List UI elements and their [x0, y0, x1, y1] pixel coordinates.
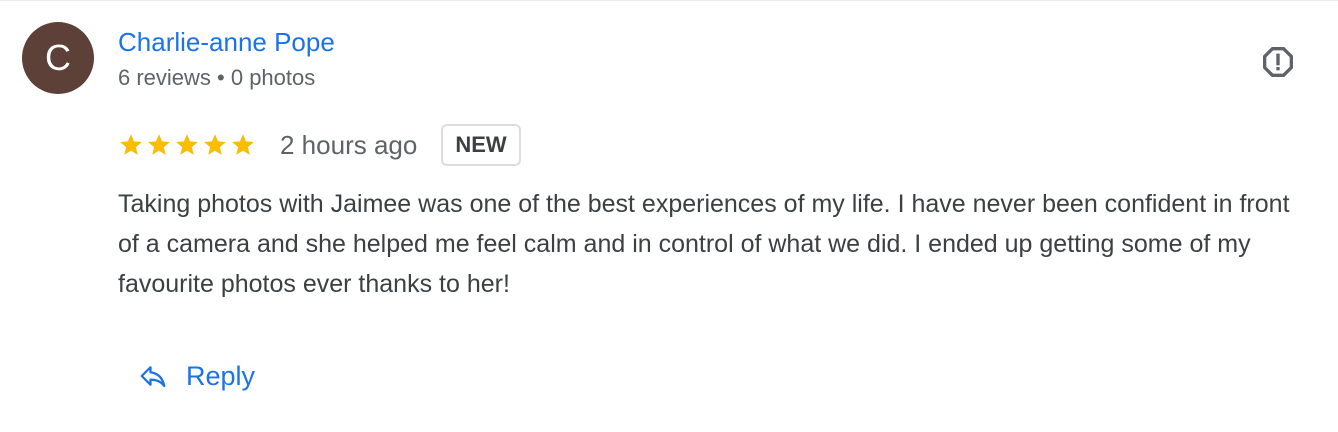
star-icon [232, 134, 254, 155]
star-icon [148, 134, 170, 155]
review-time: 2 hours ago [280, 130, 418, 160]
star-icon [120, 134, 142, 155]
reply-arrow-icon [140, 366, 166, 388]
top-divider [0, 0, 1338, 1]
rating-row: 2 hours ago NEW [118, 122, 521, 168]
reply-label: Reply [186, 361, 256, 391]
report-icon[interactable] [1258, 42, 1298, 82]
review-text: Taking photos with Jaimee was one of the… [118, 190, 1290, 298]
star-icon [176, 134, 198, 155]
reviewer-name-link[interactable]: Charlie-anne Pope [118, 26, 335, 58]
reviewer-meta: 6 reviews • 0 photos [118, 65, 316, 90]
star-rating [118, 132, 256, 158]
new-badge: NEW [441, 124, 521, 166]
avatar[interactable]: C [22, 22, 94, 94]
star-icon [204, 134, 226, 155]
reply-button[interactable]: Reply [130, 350, 263, 402]
